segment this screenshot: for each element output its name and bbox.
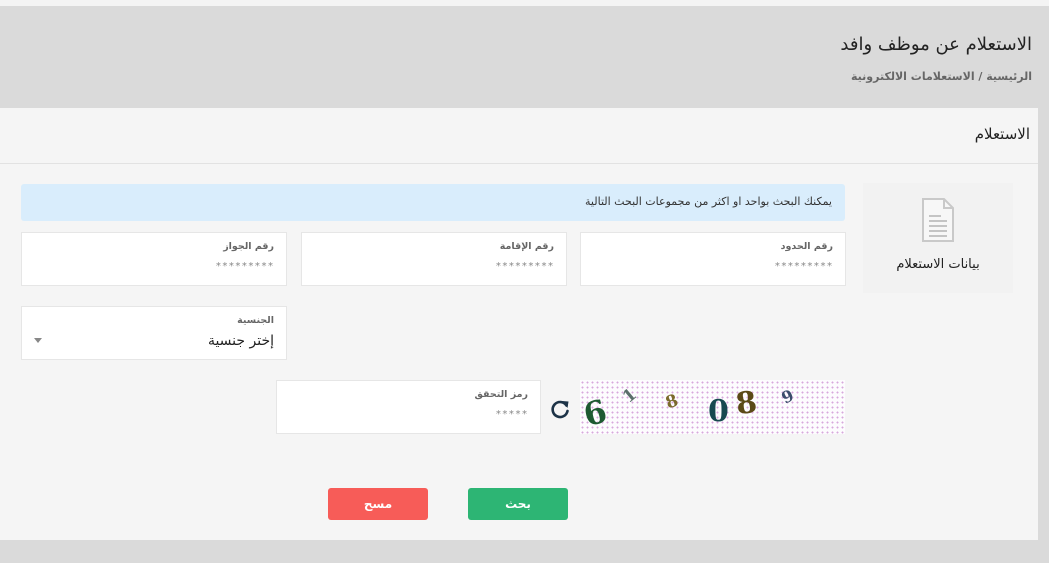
captcha-char: 8: [662, 390, 681, 414]
alert-text: يمكنك البحث بواحد او اكثر من مجموعات الب…: [585, 195, 832, 208]
iqama-number-field: رقم الإقامة: [301, 232, 567, 286]
document-icon: [921, 198, 955, 246]
border-number-field: رقم الحدود: [580, 232, 846, 286]
border-number-label: رقم الحدود: [780, 241, 833, 252]
captcha-code-label: رمز التحقق: [474, 389, 528, 400]
nationality-selected-value: إختر جنسية: [207, 333, 274, 349]
captcha-char: 8: [733, 384, 760, 423]
caret-down-icon: [34, 338, 42, 343]
breadcrumb[interactable]: الرئيسية / الاستعلامات الالكترونية: [851, 70, 1032, 83]
captcha-code-field: رمز التحقق: [276, 380, 541, 434]
captcha-char: 6: [580, 391, 611, 434]
inquiry-card: الاستعلام بيانات الاستعلام يمكنك البحث ب…: [0, 108, 1038, 540]
side-tab-inquiry-data[interactable]: بيانات الاستعلام: [863, 183, 1013, 293]
nationality-label: الجنسية: [237, 315, 274, 326]
search-button[interactable]: بحث: [468, 488, 568, 520]
passport-number-label: رقم الجواز: [223, 241, 274, 252]
iqama-number-input[interactable]: [342, 261, 554, 272]
page-title: الاستعلام عن موظف وافد: [840, 34, 1032, 55]
passport-number-input[interactable]: [62, 261, 274, 272]
captcha-char: 0: [708, 394, 729, 429]
border-number-input[interactable]: [621, 261, 833, 272]
info-alert: يمكنك البحث بواحد او اكثر من مجموعات الب…: [21, 184, 845, 221]
passport-number-field: رقم الجواز: [21, 232, 287, 286]
refresh-icon[interactable]: [549, 398, 571, 420]
captcha-char: 9: [778, 385, 797, 408]
iqama-number-label: رقم الإقامة: [499, 241, 554, 252]
card-title: الاستعلام: [974, 125, 1030, 143]
clear-button[interactable]: مسح: [328, 488, 428, 520]
nationality-select[interactable]: الجنسية إختر جنسية: [21, 306, 287, 360]
captcha-char: 1: [618, 384, 641, 408]
captcha-image: 6 1 8 0 8 9: [580, 380, 845, 434]
captcha-code-input[interactable]: [317, 409, 528, 420]
side-tab-label: بيانات الاستعلام: [896, 257, 980, 272]
card-header: الاستعلام: [0, 108, 1038, 164]
page-header: الاستعلام عن موظف وافد الرئيسية / الاستع…: [0, 6, 1049, 108]
